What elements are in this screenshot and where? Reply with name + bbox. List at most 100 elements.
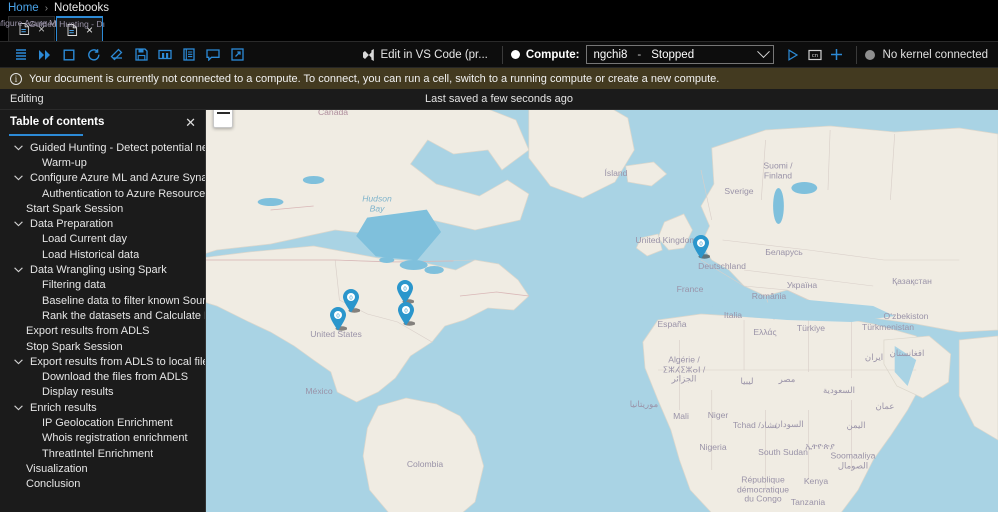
- toc-item[interactable]: Rank the datasets and Calculate Perc…: [0, 308, 205, 323]
- save-disk-icon[interactable]: [130, 44, 152, 66]
- toc-item[interactable]: Configure Azure ML and Azure Synapse …: [0, 171, 205, 186]
- toc-item-label: Enrich results: [30, 401, 97, 414]
- toc-item-label: ThreatIntel Enrichment: [42, 447, 154, 460]
- toc-item-label: Warm-up: [42, 156, 87, 169]
- snapshot-icon[interactable]: [154, 44, 176, 66]
- chevron-down-icon: [756, 45, 770, 59]
- toc-item[interactable]: Stop Spark Session: [0, 339, 205, 354]
- marker-us-midwest[interactable]: 0: [342, 288, 361, 313]
- toc-item[interactable]: Start Spark Session: [0, 201, 205, 216]
- world-map: [206, 110, 998, 512]
- notebook-toolbar: Edit in VS Code (pr... Compute: ngchi8 -…: [0, 42, 998, 68]
- chevron-down-icon[interactable]: [10, 145, 26, 151]
- tab-close-icon[interactable]: ×: [38, 23, 45, 35]
- breadcrumb-separator-icon: ›: [44, 2, 49, 14]
- compute-status-dot: [510, 50, 520, 59]
- toc-header: Table of contents ✕: [0, 110, 205, 134]
- toc-item[interactable]: Enrich results: [0, 400, 205, 415]
- toc-item-label: Data Wrangling using Spark: [30, 264, 167, 277]
- toc-item[interactable]: Guided Hunting - Detect potential netw…: [0, 140, 205, 155]
- compute-notice-text: Your document is currently not connected…: [29, 72, 720, 85]
- toc-item-label: Start Spark Session: [26, 202, 124, 215]
- plus-icon[interactable]: [826, 44, 848, 66]
- run-cell-icon[interactable]: [782, 44, 804, 66]
- toc-item[interactable]: IP Geolocation Enrichment: [0, 415, 205, 430]
- toc-item[interactable]: Whois registration enrichment: [0, 431, 205, 446]
- toc-item[interactable]: Load Historical data: [0, 247, 205, 262]
- toc-item[interactable]: Visualization: [0, 461, 205, 476]
- toc-item[interactable]: Export results from ADLS to local filesy…: [0, 354, 205, 369]
- compute-dash: -: [637, 48, 642, 61]
- svg-text:cn: cn: [811, 53, 818, 59]
- toc-item[interactable]: Authentication to Azure Resources: [0, 186, 205, 201]
- vscode-icon: [363, 48, 375, 61]
- svg-text:0: 0: [349, 296, 353, 302]
- toc-item-label: Filtering data: [42, 279, 106, 292]
- publish-icon[interactable]: [226, 44, 248, 66]
- compute-notice-bar: i Your document is currently not connect…: [0, 68, 998, 89]
- toc-item-label: Authentication to Azure Resources: [42, 187, 205, 200]
- toc-item-label: Configure Azure ML and Azure Synapse …: [30, 172, 205, 185]
- status-bar: Editing Last saved a few seconds ago: [0, 89, 998, 110]
- toc-item-label: Whois registration enrichment: [42, 432, 188, 445]
- compute-state: Stopped: [651, 48, 695, 61]
- chevron-down-icon[interactable]: [10, 221, 26, 227]
- toc-item[interactable]: ThreatIntel Enrichment: [0, 446, 205, 461]
- toc-item[interactable]: Load Current day: [0, 232, 205, 247]
- toc-item[interactable]: Download the files from ADLS: [0, 369, 205, 384]
- tab-guided-hunting[interactable]: Guided Hunting - Dı ×: [29, 16, 105, 41]
- toc-item[interactable]: Baseline data to filter known Source I…: [0, 293, 205, 308]
- toolbar-divider: [501, 45, 503, 64]
- toolbar-divider-2: [855, 45, 857, 64]
- edit-in-vscode-label: Edit in VS Code (pr...: [380, 48, 488, 61]
- map-layers-control[interactable]: [213, 110, 233, 128]
- marker-germany[interactable]: 0: [692, 234, 711, 259]
- svg-text:0: 0: [699, 242, 703, 248]
- notebook-outline-icon[interactable]: [178, 44, 200, 66]
- edit-in-vscode-button[interactable]: Edit in VS Code (pr...: [356, 46, 493, 64]
- breadcrumb-current: Notebooks: [54, 2, 110, 14]
- kernel-status[interactable]: No kernel connected: [864, 49, 998, 61]
- fast-forward-icon[interactable]: [34, 44, 56, 66]
- info-circle-icon: i: [10, 72, 22, 85]
- close-icon[interactable]: ✕: [185, 116, 196, 129]
- svg-text:0: 0: [403, 287, 407, 293]
- toc-item-label: Stop Spark Session: [26, 340, 123, 353]
- compute-select[interactable]: ngchi8 - Stopped: [585, 45, 774, 64]
- toc-item-label: Conclusion: [26, 478, 81, 491]
- map-visualization[interactable]: Canada Hudson Bay United States México Colom…: [206, 110, 998, 512]
- chevron-down-icon[interactable]: [10, 359, 26, 365]
- toc-title: Table of contents: [10, 116, 105, 128]
- edit-mode-label: Editing: [10, 93, 44, 105]
- svg-text:0: 0: [404, 309, 408, 315]
- chevron-down-icon[interactable]: [10, 175, 26, 181]
- chevron-down-icon[interactable]: [10, 267, 26, 273]
- toc-item[interactable]: Export results from ADLS: [0, 324, 205, 339]
- clear-eraser-icon[interactable]: [106, 44, 128, 66]
- toc-item[interactable]: Warm-up: [0, 155, 205, 170]
- comment-icon[interactable]: [202, 44, 224, 66]
- tab-configure-azure-ml[interactable]: *Configure Azure M ×: [0, 16, 56, 41]
- compute-label: Compute:: [525, 48, 580, 61]
- breadcrumb-home[interactable]: Home: [8, 2, 39, 14]
- toc-item-label: Baseline data to filter known Source I…: [42, 294, 205, 307]
- stop-square-icon[interactable]: [58, 44, 80, 66]
- tab-strip: *Configure Azure M × Guided Hunting - Dı…: [0, 16, 998, 42]
- compute-section: Compute: ngchi8 - Stopped: [510, 45, 774, 64]
- chevron-down-icon[interactable]: [10, 405, 26, 411]
- toc-item[interactable]: Data Preparation: [0, 216, 205, 231]
- notebook-file-icon: [67, 23, 78, 36]
- marker-us-east[interactable]: 0: [397, 301, 416, 326]
- breadcrumb: Home › Notebooks: [0, 0, 998, 16]
- restart-circle-icon[interactable]: [82, 44, 104, 66]
- toc-item[interactable]: Display results: [0, 385, 205, 400]
- run-all-icon[interactable]: [10, 44, 32, 66]
- main-body: Table of contents ✕ Guided Hunting - Det…: [0, 110, 998, 512]
- insert-code-cell-icon[interactable]: cn: [804, 44, 826, 66]
- notebook-app: Home › Notebooks *Configure Azure M × Gu…: [0, 0, 998, 512]
- tab-close-icon[interactable]: ×: [86, 24, 93, 36]
- toc-item-label: Display results: [42, 386, 114, 399]
- toc-item[interactable]: Filtering data: [0, 278, 205, 293]
- toc-item[interactable]: Conclusion: [0, 477, 205, 492]
- toc-item[interactable]: Data Wrangling using Spark: [0, 262, 205, 277]
